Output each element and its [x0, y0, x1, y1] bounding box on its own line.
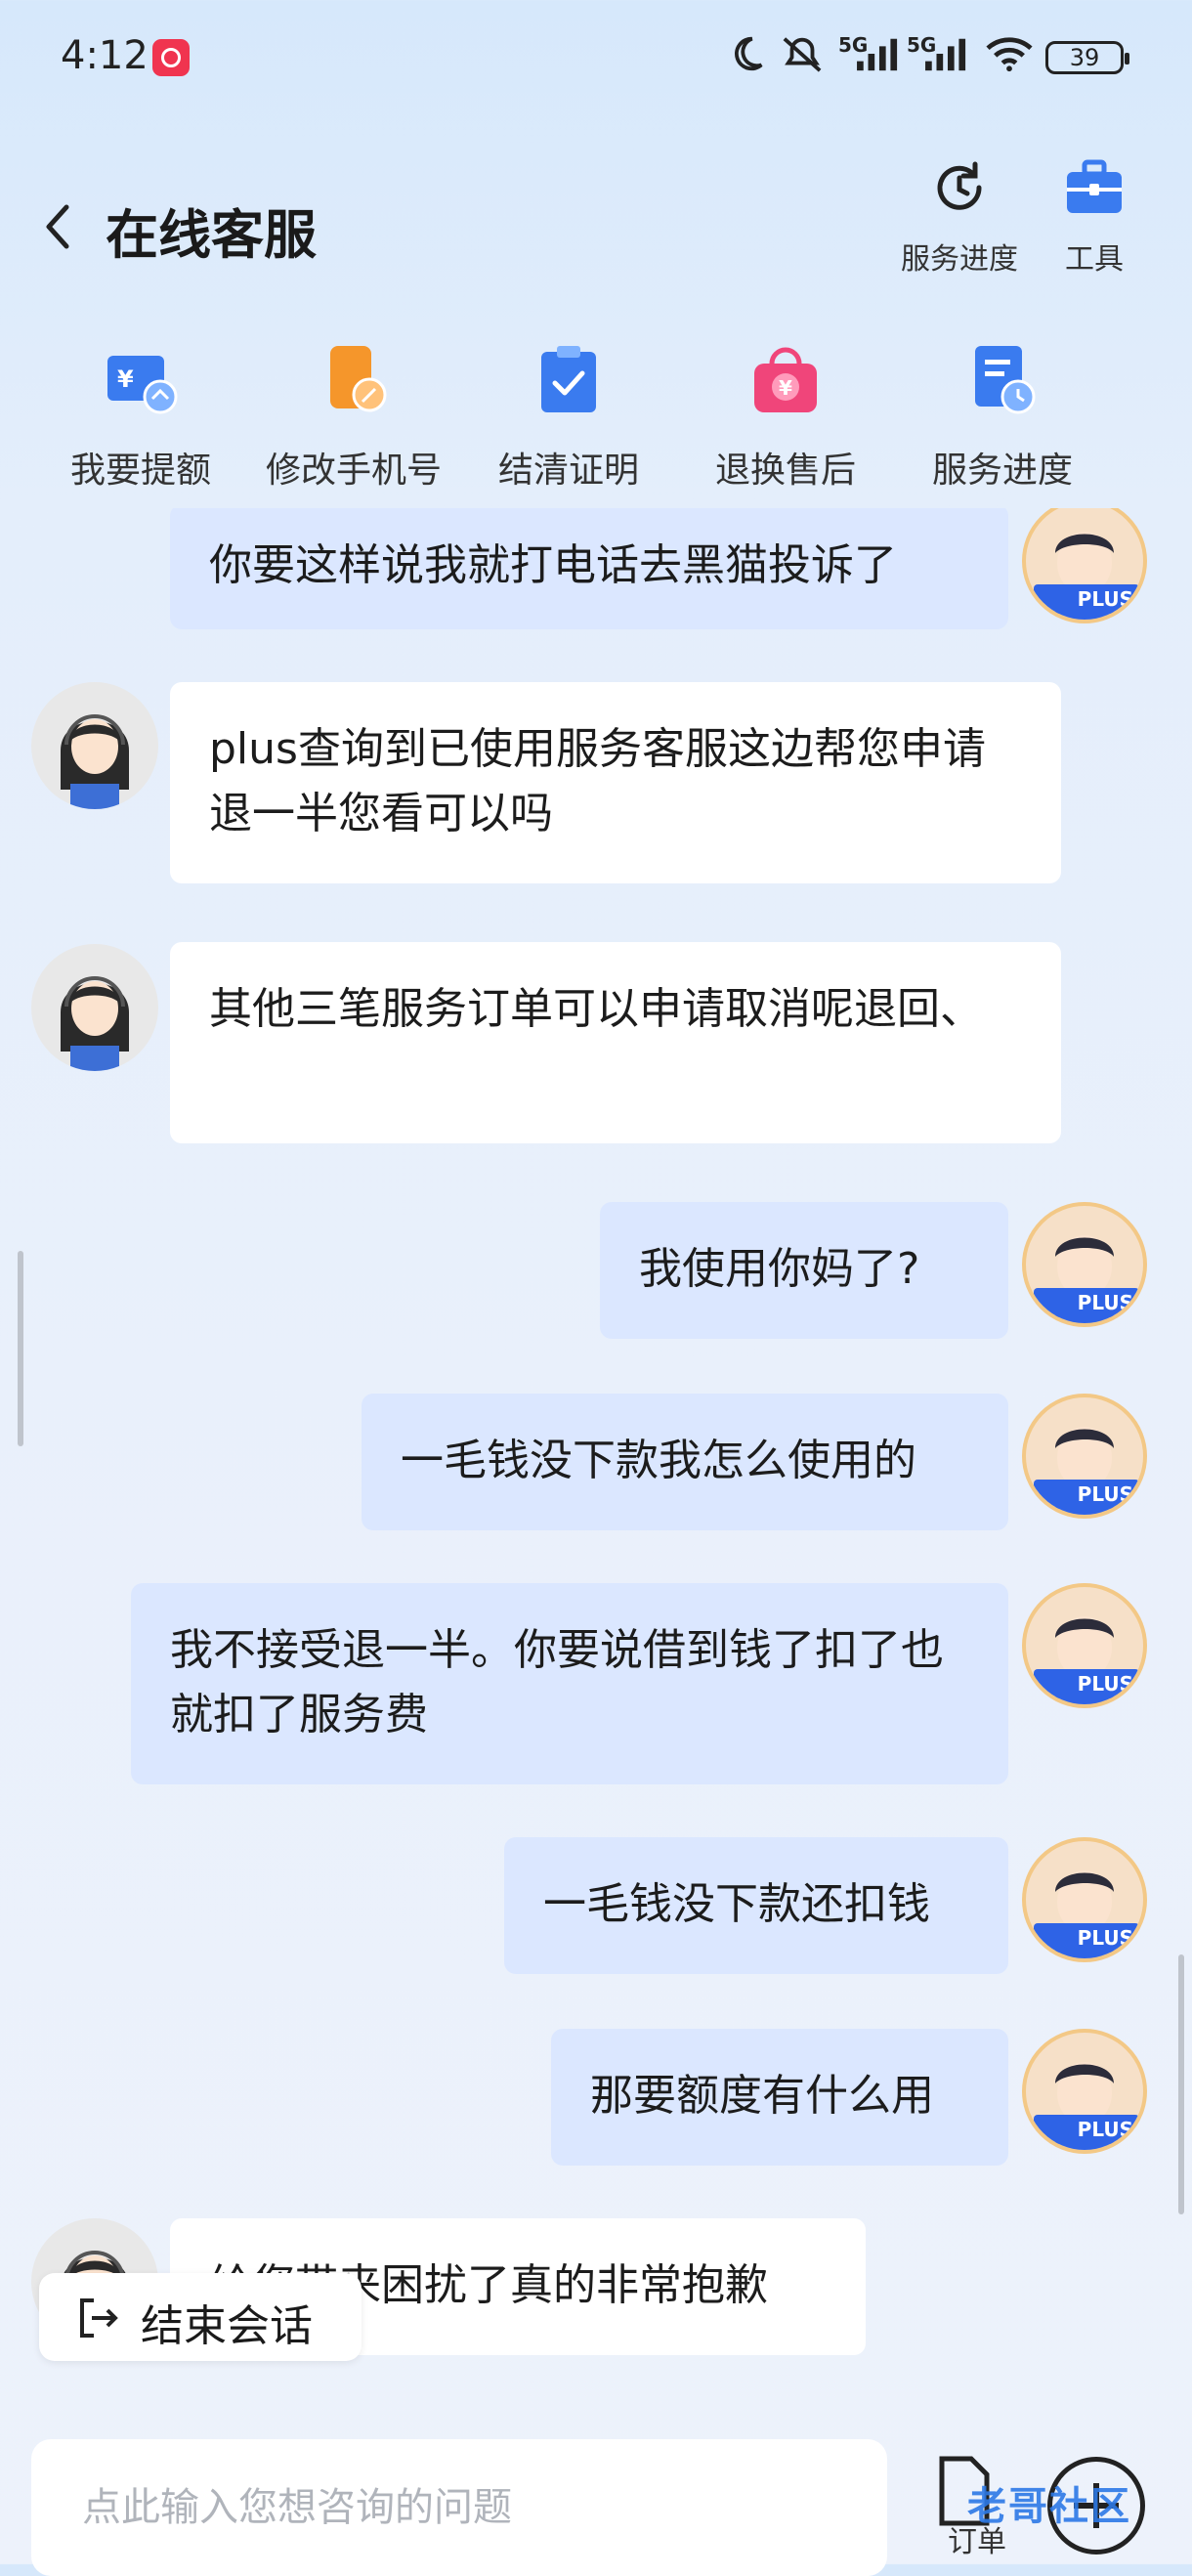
user-avatar: PLUS: [1022, 508, 1147, 623]
user-message-bubble: 我使用你妈了?: [600, 1202, 1008, 1339]
message-text: plus查询到已使用服务客服这边帮您申请退一半您看可以吗: [209, 724, 986, 838]
qa-change-phone[interactable]: 修改手机号: [256, 342, 451, 493]
mute-bell-icon: [783, 37, 822, 72]
user-avatar: PLUS: [1022, 2029, 1147, 2154]
agent-message-bubble: plus查询到已使用服务客服这边帮您申请退一半您看可以吗: [170, 682, 1061, 883]
svg-text:¥: ¥: [779, 376, 792, 400]
message-text: 你要这样说我就打电话去黑猫投诉了: [209, 540, 897, 590]
user-message-bubble: 一毛钱没下款我怎么使用的: [362, 1394, 1008, 1530]
status-time: 4:12: [61, 33, 149, 78]
notification-app-icon: [152, 39, 190, 76]
message-text: 那要额度有什么用: [590, 2071, 934, 2121]
end-session-button[interactable]: 结束会话: [39, 2273, 362, 2361]
svg-text:¥: ¥: [117, 365, 134, 393]
question-input[interactable]: [31, 2439, 887, 2576]
service-progress-label: 服务进度: [901, 242, 1018, 277]
message-text: 一毛钱没下款我怎么使用的: [401, 1436, 916, 1485]
clipboard-check-icon: [541, 346, 596, 412]
user-message-bubble: 我不接受退一半。你要说借到钱了扣了也就扣了服务费: [131, 1583, 1008, 1784]
left-scroll-indicator: [18, 1251, 23, 1446]
credit-raise-icon: ¥: [107, 356, 178, 414]
watermark-logo: 老哥社区: [967, 2484, 1131, 2529]
qa-label: 我要提额: [69, 451, 211, 491]
toolbox-icon: [1067, 159, 1122, 213]
message-text: 我不接受退一半。你要说借到钱了扣了也就扣了服务费: [170, 1625, 944, 1739]
agent-message-bubble: 其他三笔服务订单可以申请取消呢退回、: [170, 942, 1061, 1143]
qa-settlement-proof[interactable]: 结清证明: [471, 342, 666, 493]
page-title: 在线客服: [106, 204, 317, 266]
qa-label: 退换售后: [714, 451, 856, 491]
user-avatar: PLUS: [1022, 1837, 1147, 1962]
edit-phone-icon: [330, 346, 387, 412]
message-text: 其他三笔服务订单可以申请取消呢退回、: [209, 984, 983, 1034]
agent-avatar-illustration: [61, 976, 129, 1071]
exit-icon: [80, 2298, 118, 2338]
qa-label: 服务进度: [931, 451, 1073, 491]
plus-badge: PLUS: [1034, 1669, 1139, 1698]
service-progress-button[interactable]: 服务进度: [893, 156, 1026, 278]
back-arrow-icon[interactable]: [39, 199, 78, 254]
tools-button[interactable]: 工具: [1053, 156, 1135, 278]
document-clock-icon: [975, 346, 1036, 414]
qa-label: 结清证明: [497, 451, 639, 491]
plus-badge: PLUS: [1034, 1480, 1139, 1509]
message-text: 一毛钱没下款还扣钱: [543, 1879, 930, 1929]
chat-scrollbar[interactable]: [1178, 1954, 1184, 2214]
signal-icon-1: [857, 38, 898, 71]
user-message-bubble: 你要这样说我就打电话去黑猫投诉了: [170, 508, 1008, 629]
signal-icon-2: [925, 38, 966, 71]
agent-avatar: [31, 944, 158, 1071]
plus-badge: PLUS: [1034, 2115, 1139, 2144]
battery-indicator: 39: [1045, 41, 1129, 74]
user-message-bubble: 一毛钱没下款还扣钱: [504, 1837, 1008, 1974]
user-message-bubble: 那要额度有什么用: [551, 2029, 1008, 2166]
qa-service-progress[interactable]: 服务进度: [905, 342, 1100, 493]
qa-raise-credit[interactable]: ¥ 我要提额: [43, 342, 238, 493]
plus-badge: PLUS: [1034, 584, 1139, 614]
shopping-bag-yuan-icon: ¥: [754, 347, 817, 412]
agent-avatar-illustration: [61, 714, 129, 809]
moon-icon: [735, 36, 763, 71]
history-clock-icon: [937, 161, 982, 210]
agent-avatar: [31, 682, 158, 809]
user-avatar: PLUS: [1022, 1583, 1147, 1708]
chat-area[interactable]: 你要这样说我就打电话去黑猫投诉了 PLUS plus查询到已使用服务客服这边帮您…: [0, 508, 1192, 2365]
qa-label: 修改手机号: [265, 451, 442, 491]
tools-label: 工具: [1065, 242, 1124, 277]
wifi-icon: [986, 37, 1033, 72]
plus-badge: PLUS: [1034, 1288, 1139, 1317]
user-avatar: PLUS: [1022, 1202, 1147, 1327]
qa-returns-aftersales[interactable]: ¥ 退换售后: [688, 342, 883, 493]
plus-badge: PLUS: [1034, 1923, 1139, 1953]
end-session-label: 结束会话: [141, 2301, 313, 2351]
user-avatar: PLUS: [1022, 1394, 1147, 1519]
message-text: 我使用你妈了?: [639, 1244, 920, 1294]
